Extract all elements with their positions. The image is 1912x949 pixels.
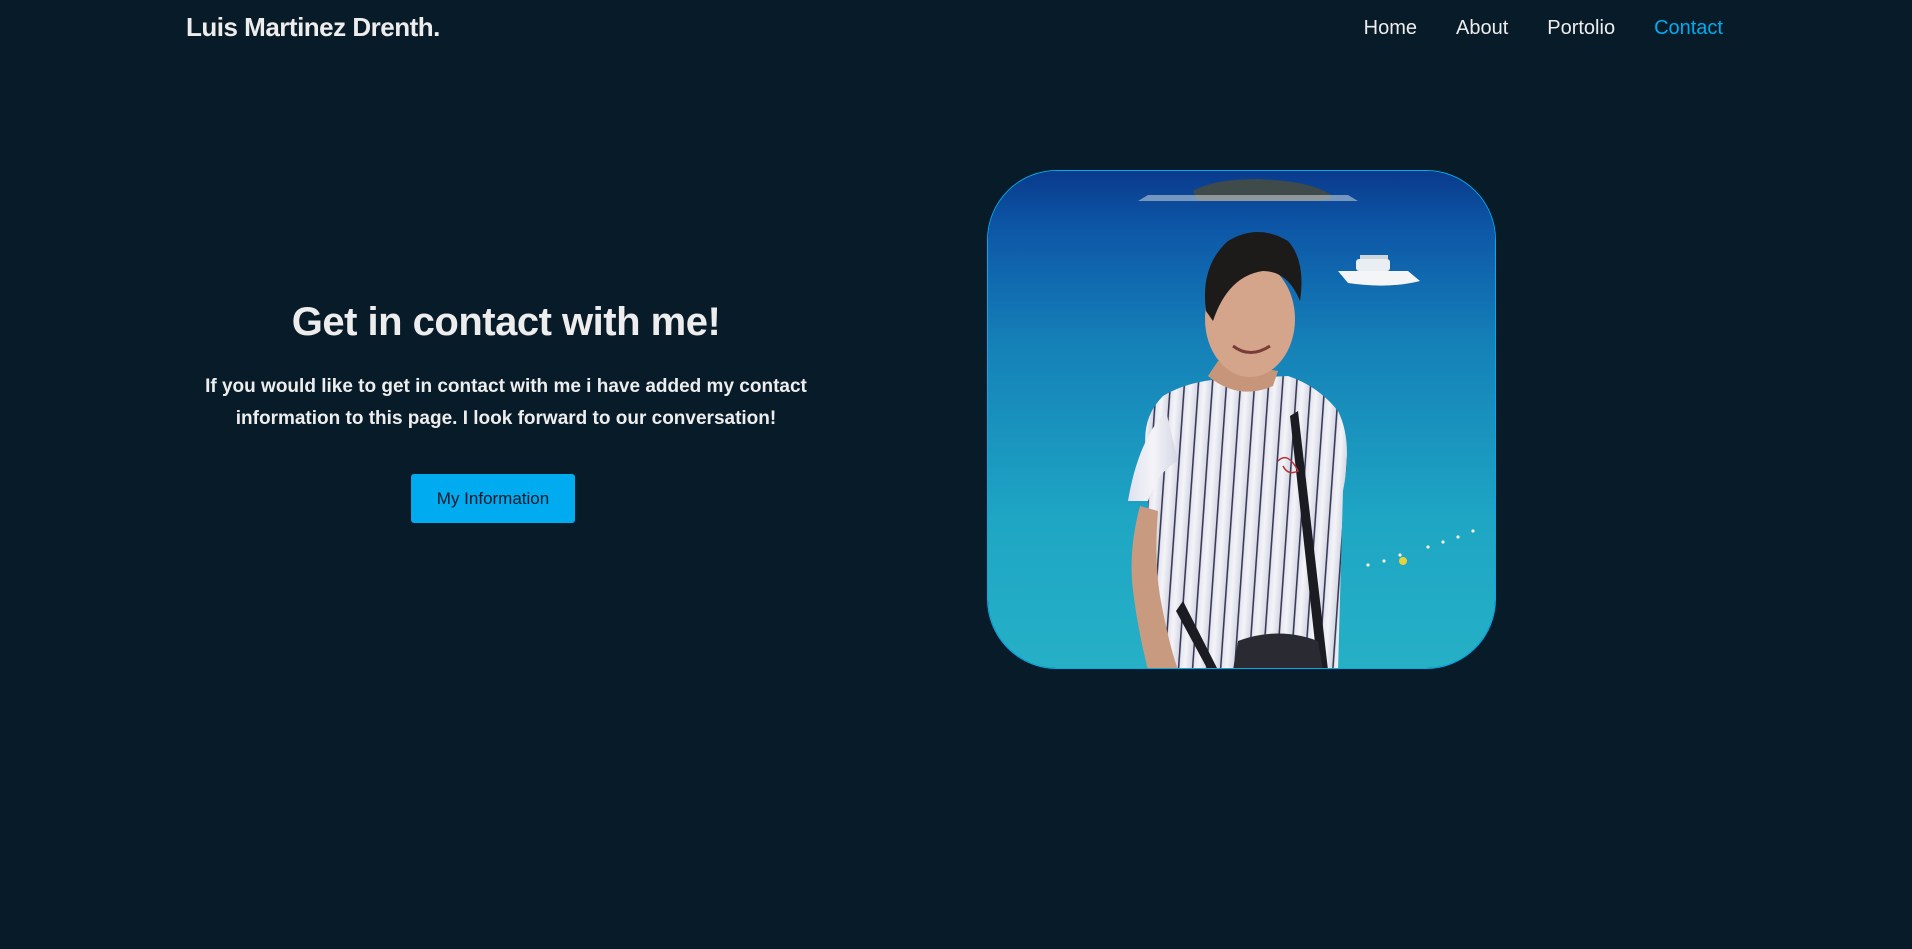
contact-section: Get in contact with me! If you would lik…	[186, 300, 826, 523]
island-shore	[1138, 195, 1358, 201]
site-header: Luis Martinez Drenth. Home About Portoli…	[0, 0, 1912, 60]
logo[interactable]: Luis Martinez Drenth.	[186, 12, 440, 43]
nav-about[interactable]: About	[1456, 17, 1508, 40]
nav-contact[interactable]: Contact	[1654, 17, 1723, 40]
nav-portfolio[interactable]: Portolio	[1547, 17, 1615, 40]
nav-home[interactable]: Home	[1364, 17, 1417, 40]
contact-description: If you would like to get in contact with…	[205, 376, 807, 429]
yellow-buoy	[1399, 557, 1407, 565]
profile-photo-image	[988, 171, 1495, 668]
main-nav: Home About Portolio Contact	[1364, 17, 1723, 40]
my-information-button[interactable]: My Information	[411, 474, 575, 523]
page-title: Get in contact with me!	[291, 300, 721, 344]
profile-photo	[987, 170, 1496, 669]
